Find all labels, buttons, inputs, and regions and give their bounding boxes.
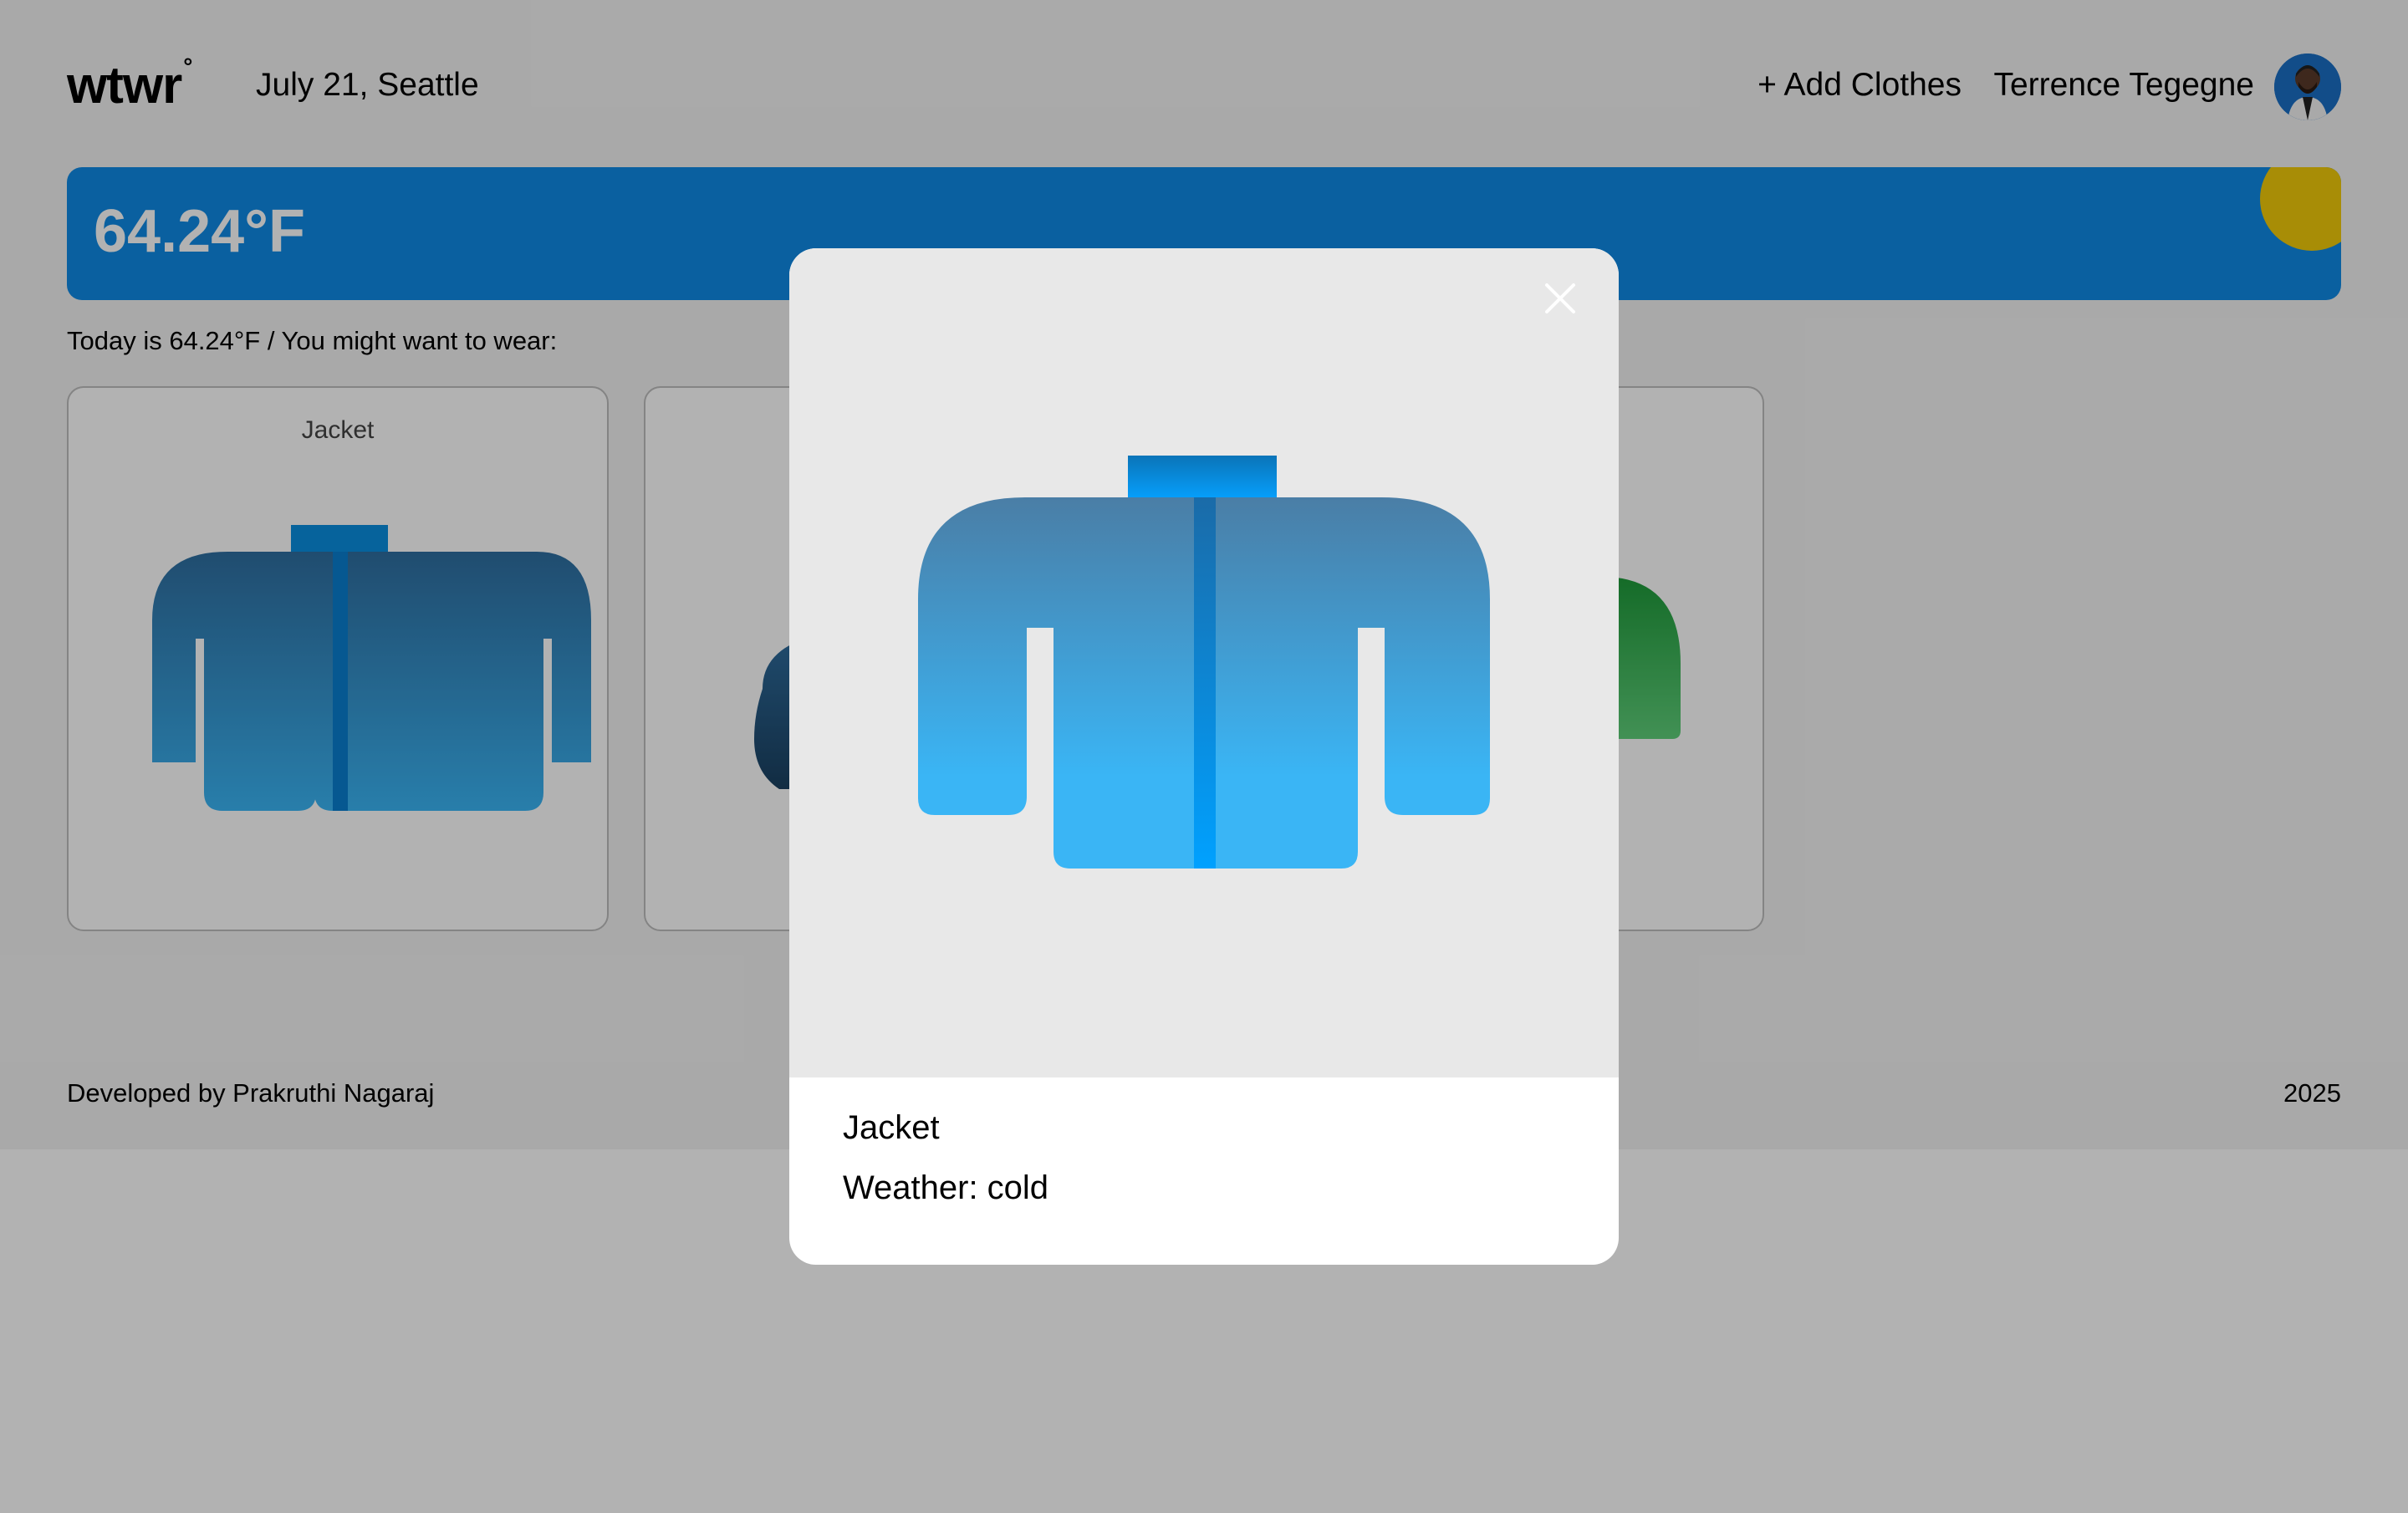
item-preview-modal: Jacket Weather: cold bbox=[789, 248, 1619, 1265]
item-weather: Weather: cold bbox=[843, 1169, 1049, 1206]
close-icon bbox=[1545, 283, 1575, 313]
item-name: Jacket bbox=[843, 1109, 940, 1146]
item-image bbox=[789, 248, 1619, 1077]
close-button[interactable] bbox=[1538, 277, 1582, 320]
jacket-icon bbox=[918, 456, 1490, 869]
